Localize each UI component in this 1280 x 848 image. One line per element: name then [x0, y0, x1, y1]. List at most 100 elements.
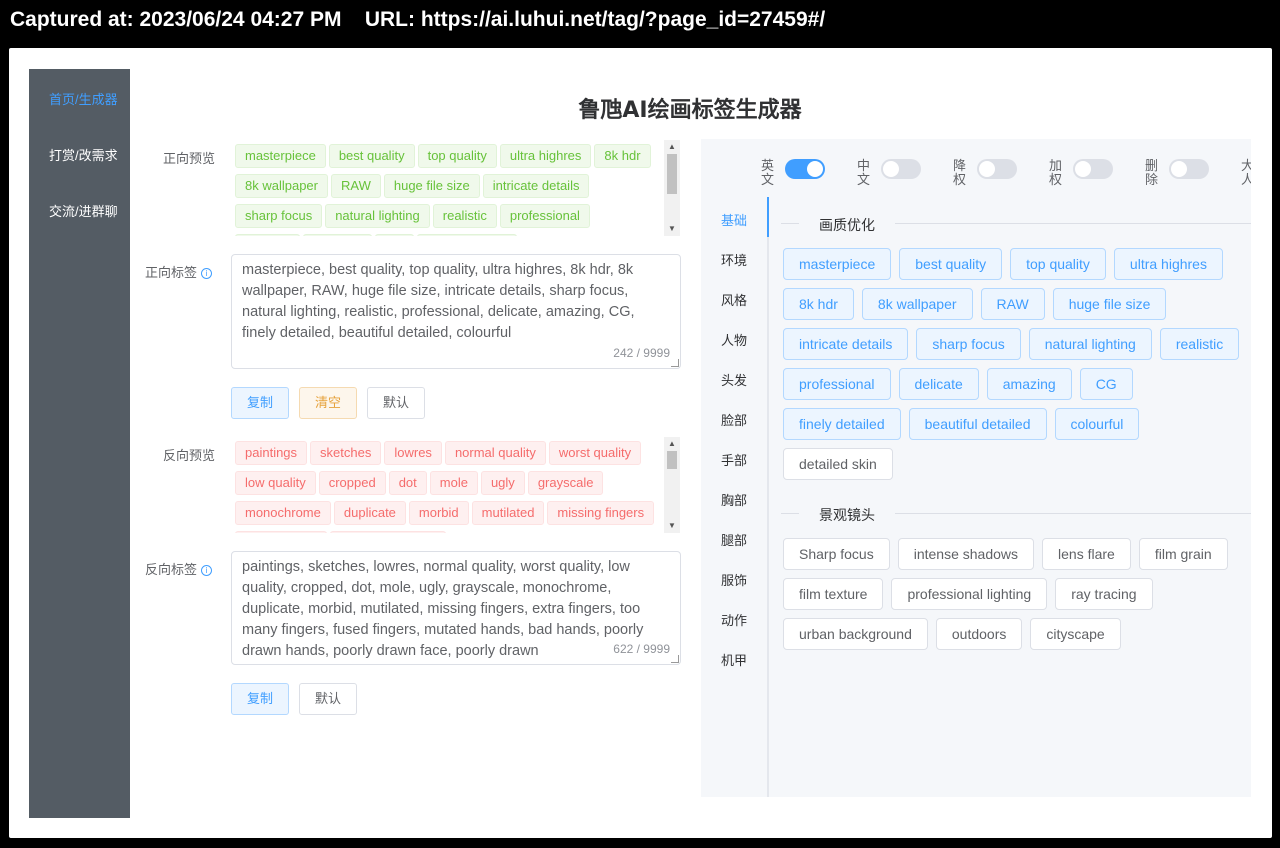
preview-tag[interactable]: morbid	[408, 501, 469, 525]
tag-option[interactable]: colourful	[1054, 408, 1140, 440]
category-tab[interactable]: 环境	[721, 250, 747, 269]
preview-tag[interactable]: 8k wallpaper	[235, 174, 328, 198]
preview-tag[interactable]: ugly	[480, 471, 525, 495]
category-tab[interactable]: 头发	[721, 370, 747, 389]
preview-tag[interactable]: masterpiece	[235, 144, 326, 168]
category-tab[interactable]: 腿部	[721, 530, 747, 549]
negative-copy-button[interactable]: 复制	[231, 683, 290, 715]
category-tab[interactable]: 动作	[721, 610, 747, 629]
preview-tag[interactable]: mole	[429, 471, 478, 495]
preview-tag[interactable]: huge file size	[383, 174, 480, 198]
preview-tag[interactable]: 8k hdr	[594, 144, 651, 168]
preview-tag[interactable]: lowres	[384, 441, 442, 465]
category-tab[interactable]: 手部	[721, 450, 747, 469]
positive-tags-textarea[interactable]: masterpiece, best quality, top quality, …	[231, 254, 681, 369]
tag-option[interactable]: natural lighting	[1028, 328, 1152, 360]
positive-preview-scrollbar[interactable]: ▲ ▼	[664, 140, 680, 236]
tag-option[interactable]: urban background	[783, 618, 928, 650]
scroll-down-icon[interactable]: ▼	[664, 519, 680, 533]
toggle-switch[interactable]	[881, 159, 921, 179]
tag-option[interactable]: realistic	[1159, 328, 1240, 360]
preview-tag[interactable]: sharp focus	[235, 204, 323, 228]
positive-copy-button[interactable]: 复制	[231, 387, 290, 419]
tag-option[interactable]: finely detailed	[783, 408, 901, 440]
preview-tag[interactable]: extra fingers	[235, 531, 327, 533]
negative-tags-textarea[interactable]: paintings, sketches, lowres, normal qual…	[231, 551, 681, 665]
category-tab[interactable]: 机甲	[721, 650, 747, 669]
scroll-up-icon[interactable]: ▲	[664, 140, 680, 154]
preview-tag[interactable]: natural lighting	[325, 204, 430, 228]
preview-tag[interactable]: RAW	[331, 174, 381, 198]
tag-option[interactable]: cityscape	[1030, 618, 1121, 650]
preview-tag[interactable]: finely detailed	[417, 234, 517, 236]
resize-handle[interactable]	[671, 655, 679, 663]
tag-option[interactable]: detailed skin	[783, 448, 893, 480]
tag-option[interactable]: beautiful detailed	[908, 408, 1047, 440]
preview-tag[interactable]: missing fingers	[547, 501, 655, 525]
toggle-switch[interactable]	[977, 159, 1017, 179]
category-tab[interactable]: 胸部	[721, 490, 747, 509]
positive-clear-button[interactable]: 清空	[299, 387, 358, 419]
tag-option[interactable]: professional lighting	[891, 578, 1048, 610]
preview-tag[interactable]: duplicate	[333, 501, 406, 525]
scroll-thumb[interactable]	[667, 451, 677, 469]
tag-option[interactable]: outdoors	[935, 618, 1023, 650]
scroll-up-icon[interactable]: ▲	[664, 437, 680, 451]
tag-option[interactable]: intricate details	[783, 328, 909, 360]
preview-tag[interactable]: amazing	[302, 234, 372, 236]
preview-tag[interactable]: dot	[388, 471, 427, 495]
preview-tag[interactable]: sketches	[310, 441, 382, 465]
preview-tag[interactable]: too many fingers	[329, 531, 446, 533]
category-tab[interactable]: 人物	[721, 330, 747, 349]
preview-tag[interactable]: cropped	[318, 471, 386, 495]
tag-option[interactable]: sharp focus	[916, 328, 1021, 360]
toggle-switch[interactable]	[1073, 159, 1113, 179]
tag-option[interactable]: lens flare	[1042, 538, 1131, 570]
preview-tag[interactable]: top quality	[417, 144, 497, 168]
tag-option[interactable]: huge file size	[1052, 288, 1167, 320]
category-tab[interactable]: 服饰	[721, 570, 747, 589]
scroll-down-icon[interactable]: ▼	[664, 222, 680, 236]
category-tab[interactable]: 脸部	[721, 410, 747, 429]
info-icon[interactable]: i	[201, 268, 213, 280]
tag-option[interactable]: intense shadows	[897, 538, 1035, 570]
negative-preview-scrollbar[interactable]: ▲ ▼	[664, 437, 680, 533]
preview-tag[interactable]: ultra highres	[499, 144, 592, 168]
preview-tag[interactable]: grayscale	[527, 471, 604, 495]
info-icon[interactable]: i	[201, 565, 213, 577]
preview-tag[interactable]: professional	[499, 204, 590, 228]
preview-tag[interactable]: intricate details	[482, 174, 590, 198]
tag-option[interactable]: ray tracing	[1055, 578, 1153, 610]
tag-option[interactable]: masterpiece	[783, 248, 892, 280]
toggle-switch[interactable]	[785, 159, 825, 179]
preview-tag[interactable]: CG	[374, 234, 415, 236]
resize-handle[interactable]	[671, 359, 679, 367]
tag-option[interactable]: professional	[783, 368, 891, 400]
tag-option[interactable]: film texture	[783, 578, 884, 610]
negative-default-button[interactable]: 默认	[299, 683, 358, 715]
tag-option[interactable]: top quality	[1010, 248, 1106, 280]
tag-option[interactable]: CG	[1079, 368, 1133, 400]
tag-option[interactable]: film grain	[1138, 538, 1228, 570]
preview-tag[interactable]: delicate	[235, 234, 300, 236]
preview-tag[interactable]: monochrome	[235, 501, 331, 525]
category-tab[interactable]: 基础	[721, 210, 747, 229]
preview-tag[interactable]: worst quality	[548, 441, 642, 465]
sidebar-item-chat[interactable]: 交流/进群聊	[49, 201, 118, 220]
tag-option[interactable]: best quality	[899, 248, 1003, 280]
tag-option[interactable]: ultra highres	[1113, 248, 1223, 280]
preview-tag[interactable]: realistic	[432, 204, 497, 228]
sidebar-item-donate[interactable]: 打赏/改需求	[49, 145, 118, 164]
preview-tag[interactable]: normal quality	[444, 441, 546, 465]
preview-tag[interactable]: low quality	[235, 471, 316, 495]
preview-tag[interactable]: mutilated	[471, 501, 545, 525]
category-tab[interactable]: 风格	[721, 290, 747, 309]
tag-option[interactable]: 8k hdr	[783, 288, 854, 320]
tag-option[interactable]: Sharp focus	[783, 538, 890, 570]
tag-option[interactable]: RAW	[980, 288, 1045, 320]
positive-default-button[interactable]: 默认	[367, 387, 426, 419]
preview-tag[interactable]: best quality	[328, 144, 415, 168]
preview-tag[interactable]: paintings	[235, 441, 308, 465]
tag-option[interactable]: 8k wallpaper	[861, 288, 973, 320]
toggle-switch[interactable]	[1169, 159, 1209, 179]
